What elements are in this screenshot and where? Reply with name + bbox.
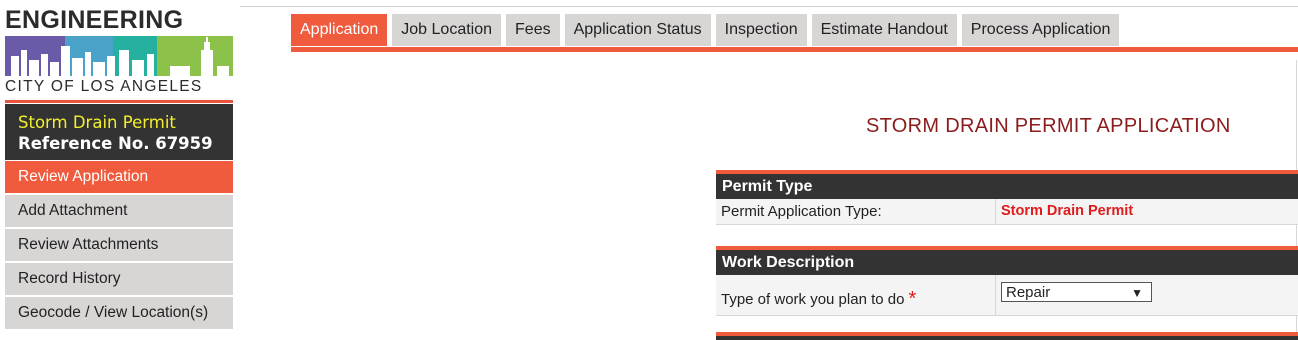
work-type-selected-value: Repair	[1006, 284, 1051, 301]
tab-estimate-handout[interactable]: Estimate Handout	[811, 14, 957, 46]
sidebar-item-review-application[interactable]: Review Application	[5, 161, 233, 193]
sidebar-menu: Review Application Add Attachment Review…	[5, 161, 233, 331]
work-type-label: Type of work you plan to do	[721, 291, 905, 308]
work-type-label-cell: Type of work you plan to do *	[716, 275, 996, 315]
top-divider	[240, 6, 1298, 7]
permit-type-header: Permit Type	[716, 174, 1298, 199]
next-section-header	[716, 336, 1298, 340]
tab-inspection[interactable]: Inspection	[715, 14, 807, 46]
permit-type-section: Permit Type Permit Application Type: Sto…	[716, 170, 1298, 225]
tab-application-status[interactable]: Application Status	[564, 14, 711, 46]
permit-card-title: Storm Drain Permit	[18, 113, 176, 132]
tab-job-location[interactable]: Job Location	[392, 14, 502, 46]
sidebar-item-record-history[interactable]: Record History	[5, 263, 233, 295]
city-skyline-icon	[5, 36, 233, 76]
logo-wordmark: ENGINEERING	[5, 6, 184, 34]
tab-fees[interactable]: Fees	[506, 14, 560, 46]
permit-type-value: Storm Drain Permit	[1001, 203, 1134, 219]
permit-type-label: Permit Application Type:	[716, 199, 996, 224]
sidebar-item-add-attachment[interactable]: Add Attachment	[5, 195, 233, 227]
tab-process-application[interactable]: Process Application	[961, 14, 1120, 46]
tab-application[interactable]: Application	[291, 14, 388, 46]
work-type-select[interactable]: Repair ▼	[1001, 282, 1152, 302]
page-title: STORM DRAIN PERMIT APPLICATION	[866, 115, 1231, 137]
required-indicator: *	[908, 288, 917, 310]
work-type-value-cell: Repair ▼	[996, 275, 1298, 315]
main-tabs: Application Job Location Fees Applicatio…	[291, 14, 1124, 46]
tabs-underline	[291, 47, 1298, 52]
chevron-down-icon: ▼	[1131, 286, 1143, 300]
logo-city-name: CITY OF LOS ANGELES	[5, 78, 203, 95]
sidebar-item-review-attachments[interactable]: Review Attachments	[5, 229, 233, 261]
logo-divider	[5, 100, 233, 103]
engineering-logo[interactable]: ENGINEERING CITY OF LOS ANGELES	[5, 6, 233, 103]
permit-reference-number: Reference No. 67959	[18, 134, 213, 153]
work-description-header: Work Description	[716, 250, 1298, 275]
permit-type-row: Permit Application Type: Storm Drain Per…	[716, 199, 1298, 225]
work-description-section: Work Description Type of work you plan t…	[716, 246, 1298, 316]
work-type-row: Type of work you plan to do * Repair ▼	[716, 275, 1298, 316]
sidebar-item-geocode[interactable]: Geocode / View Location(s)	[5, 297, 233, 329]
permit-info-card: Storm Drain Permit Reference No. 67959	[5, 104, 233, 160]
